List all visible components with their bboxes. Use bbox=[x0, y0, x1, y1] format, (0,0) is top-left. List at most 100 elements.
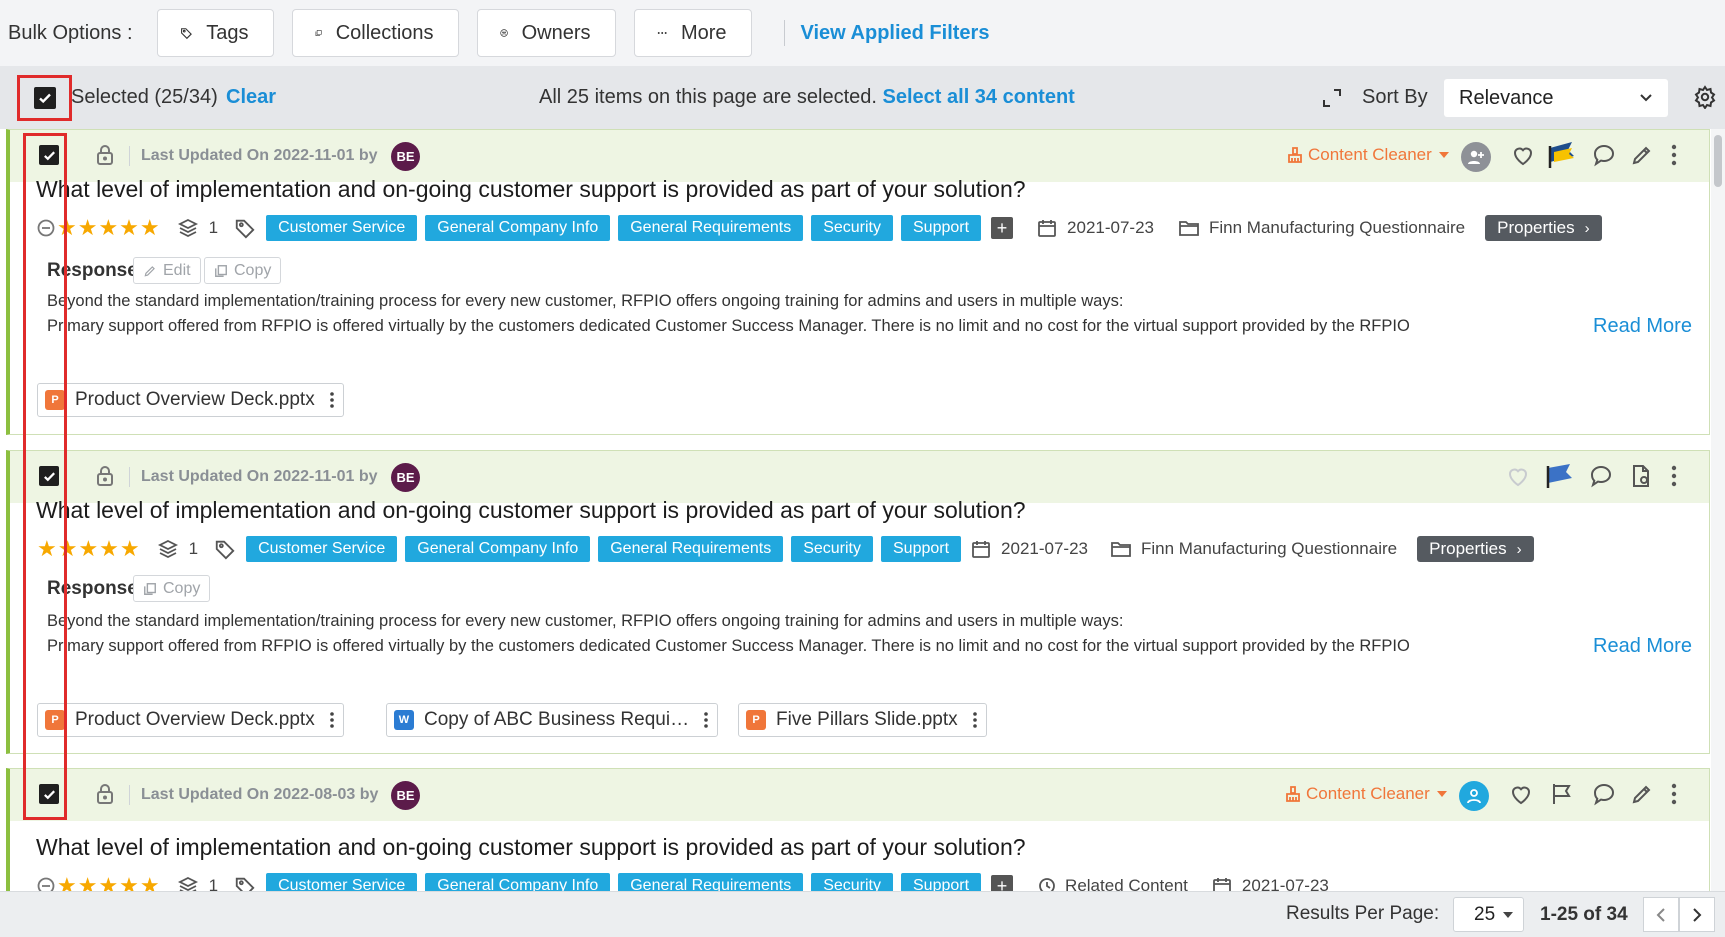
chevron-left-icon bbox=[1656, 907, 1665, 922]
attachment-chip[interactable]: P Product Overview Deck.pptx bbox=[37, 703, 344, 737]
project-name[interactable]: Finn Manufacturing Questionnaire bbox=[1209, 218, 1465, 238]
tag-chip[interactable]: Support bbox=[881, 536, 962, 562]
properties-button[interactable]: Properties › bbox=[1485, 215, 1602, 241]
lock-icon[interactable] bbox=[95, 144, 115, 166]
date: 2021-07-23 bbox=[1241, 876, 1329, 891]
kebab-menu-icon[interactable] bbox=[329, 711, 335, 729]
card-checkbox[interactable] bbox=[39, 466, 59, 486]
attachment-chip[interactable]: P Product Overview Deck.pptx bbox=[37, 383, 344, 417]
kebab-menu-icon[interactable] bbox=[1670, 464, 1678, 488]
flag-outline-icon[interactable] bbox=[1550, 782, 1574, 806]
star-rating[interactable]: ★★★★★ bbox=[57, 215, 161, 241]
question-title[interactable]: What level of implementation and on-goin… bbox=[36, 176, 1026, 203]
select-all-content-link[interactable]: Select all 34 content bbox=[883, 86, 1075, 108]
content-cleaner-dropdown[interactable]: Content Cleaner bbox=[1285, 784, 1447, 804]
tag-chip[interactable]: Support bbox=[901, 215, 982, 241]
tag-chip[interactable]: Security bbox=[811, 215, 893, 241]
card-checkbox[interactable] bbox=[39, 784, 59, 804]
read-more-link[interactable]: Read More bbox=[1593, 635, 1692, 658]
comment-icon[interactable] bbox=[1592, 782, 1616, 806]
sort-by-select[interactable]: Relevance bbox=[1444, 79, 1668, 117]
read-more-link[interactable]: Read More bbox=[1593, 315, 1692, 338]
question-title[interactable]: What level of implementation and on-goin… bbox=[36, 834, 1026, 861]
related-content-link[interactable]: Related Content bbox=[1065, 876, 1188, 891]
copy-response-button[interactable]: Copy bbox=[204, 257, 282, 284]
more-button[interactable]: More bbox=[633, 9, 752, 57]
tag-chip[interactable]: Support bbox=[901, 873, 982, 891]
tag-chip[interactable]: General Requirements bbox=[618, 873, 804, 891]
document-icon[interactable] bbox=[1630, 464, 1652, 488]
add-user-icon[interactable] bbox=[1461, 142, 1491, 172]
tags-button[interactable]: Tags bbox=[156, 9, 274, 57]
question-title[interactable]: What level of implementation and on-goin… bbox=[36, 497, 1026, 524]
tag-chip[interactable]: General Company Info bbox=[425, 873, 611, 891]
kebab-menu-icon[interactable] bbox=[329, 391, 335, 409]
add-tag-button[interactable]: + bbox=[991, 875, 1014, 891]
tag-chip[interactable]: Security bbox=[791, 536, 873, 562]
scrollbar-thumb[interactable] bbox=[1714, 135, 1722, 187]
flag-icon[interactable] bbox=[1546, 140, 1578, 170]
copy-response-button[interactable]: Copy bbox=[133, 575, 211, 602]
properties-button[interactable]: Properties › bbox=[1417, 536, 1534, 562]
content-card[interactable]: Last Updated On 2022-11-01 by BE Content… bbox=[6, 129, 1710, 435]
clear-selection-link[interactable]: Clear bbox=[226, 86, 276, 109]
kebab-menu-icon[interactable] bbox=[972, 711, 978, 729]
word-doc-icon: W bbox=[394, 710, 414, 730]
prev-page-button[interactable] bbox=[1643, 897, 1679, 932]
edit-icon[interactable] bbox=[1630, 782, 1654, 806]
owners-icon bbox=[499, 29, 508, 37]
tag-chip[interactable]: Security bbox=[811, 873, 893, 891]
lock-icon[interactable] bbox=[95, 783, 115, 805]
expand-icon[interactable] bbox=[1322, 88, 1342, 108]
owners-button[interactable]: Owners bbox=[476, 9, 616, 57]
avatar[interactable]: BE bbox=[391, 463, 420, 492]
minus-circle-icon[interactable] bbox=[37, 219, 55, 237]
avatar[interactable]: BE bbox=[391, 142, 420, 171]
tag-chip[interactable]: Customer Service bbox=[246, 536, 398, 562]
card-header: Last Updated On 2022-11-01 by BE bbox=[10, 451, 1709, 503]
heart-icon[interactable] bbox=[1506, 464, 1530, 488]
kebab-menu-icon[interactable] bbox=[703, 711, 709, 729]
collections-button-label: Collections bbox=[335, 21, 434, 44]
owners-button-label: Owners bbox=[521, 21, 591, 44]
add-tag-button[interactable]: + bbox=[991, 217, 1014, 239]
avatar[interactable]: BE bbox=[391, 781, 420, 810]
lock-icon[interactable] bbox=[95, 465, 115, 487]
minus-circle-icon[interactable] bbox=[37, 877, 55, 891]
tag-chip[interactable]: General Company Info bbox=[405, 536, 591, 562]
content-card[interactable]: Last Updated On 2022-11-01 by BE What le… bbox=[6, 450, 1710, 754]
results-per-page-select[interactable]: 25 bbox=[1453, 897, 1524, 932]
edit-response-button[interactable]: Edit bbox=[133, 257, 201, 284]
content-card[interactable]: Last Updated On 2022-08-03 by BE Content… bbox=[6, 768, 1710, 891]
last-updated: Last Updated On 2022-08-03 by bbox=[141, 786, 379, 803]
flag-icon[interactable] bbox=[1544, 462, 1574, 490]
scrollbar[interactable] bbox=[1711, 129, 1725, 891]
owner-user-icon[interactable] bbox=[1459, 781, 1489, 811]
tag-chip[interactable]: General Requirements bbox=[618, 215, 804, 241]
content-cleaner-dropdown[interactable]: Content Cleaner bbox=[1287, 145, 1449, 165]
attachment-chip[interactable]: W Copy of ABC Business Requi… bbox=[386, 703, 719, 737]
heart-icon[interactable] bbox=[1509, 782, 1533, 806]
card-checkbox[interactable] bbox=[39, 145, 59, 165]
tag-chip[interactable]: Customer Service bbox=[266, 215, 418, 241]
kebab-menu-icon[interactable] bbox=[1670, 782, 1678, 806]
comment-icon[interactable] bbox=[1589, 464, 1613, 488]
star-rating[interactable]: ★★★★★ bbox=[57, 873, 161, 891]
select-all-checkbox[interactable] bbox=[34, 87, 56, 109]
star-rating[interactable]: ★★★★★ bbox=[37, 536, 141, 562]
heart-icon[interactable] bbox=[1511, 143, 1535, 167]
next-page-button[interactable] bbox=[1679, 897, 1715, 932]
tag-chip[interactable]: General Requirements bbox=[598, 536, 784, 562]
edit-icon[interactable] bbox=[1630, 143, 1654, 167]
view-applied-filters-link[interactable]: View Applied Filters bbox=[801, 22, 990, 45]
kebab-menu-icon[interactable] bbox=[1670, 143, 1678, 167]
date: 2021-07-23 bbox=[1001, 539, 1089, 558]
project-name[interactable]: Finn Manufacturing Questionnaire bbox=[1141, 539, 1397, 559]
collections-button[interactable]: Collections bbox=[291, 9, 459, 57]
gear-icon[interactable] bbox=[1693, 85, 1717, 109]
tag-chip[interactable]: General Company Info bbox=[425, 215, 611, 241]
comment-icon[interactable] bbox=[1592, 143, 1616, 167]
attachment-chip[interactable]: P Five Pillars Slide.pptx bbox=[738, 703, 987, 737]
bulk-options-bar: Bulk Options : Tags Collections Owners M… bbox=[0, 0, 1725, 66]
tag-chip[interactable]: Customer Service bbox=[266, 873, 418, 891]
